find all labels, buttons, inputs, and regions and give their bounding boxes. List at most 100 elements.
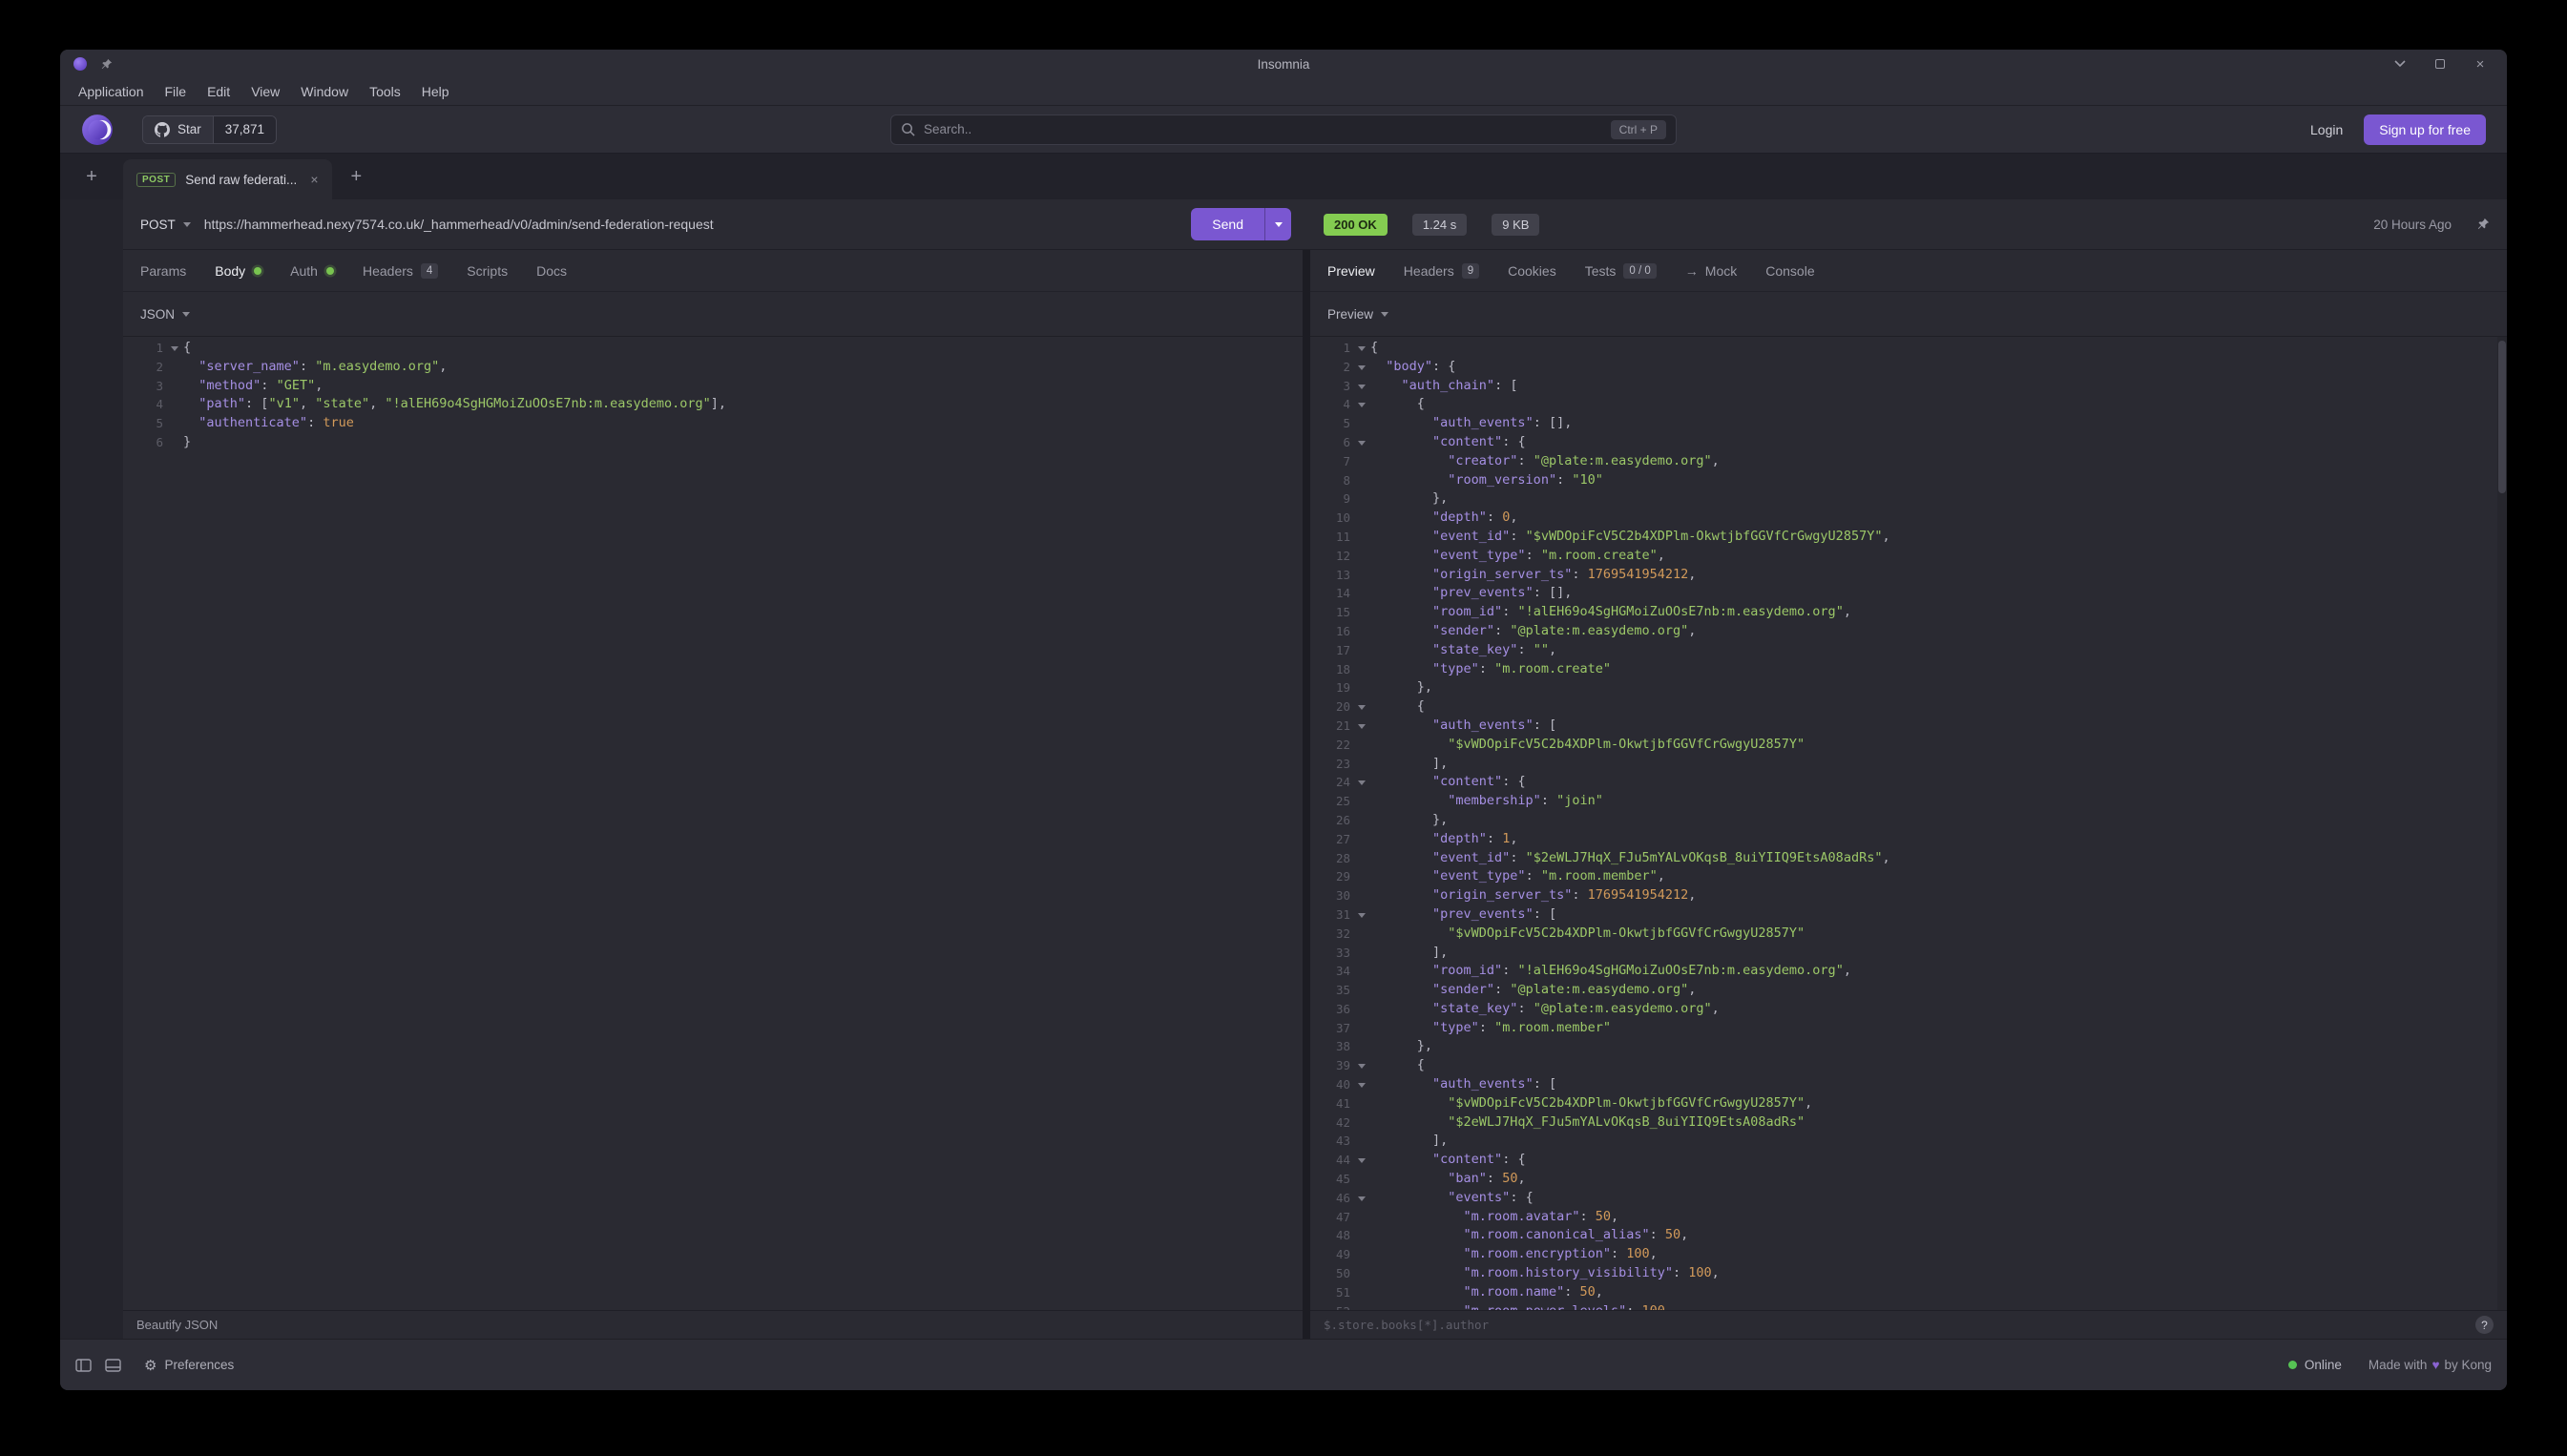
method-dropdown[interactable]: POST [136,218,195,232]
fold-toggle-icon[interactable] [1354,433,1370,452]
line-number: 43 [1310,1132,1354,1151]
response-filter-input[interactable] [1324,1318,2464,1332]
minimize-icon[interactable] [2392,56,2408,72]
menu-application[interactable]: Application [68,78,155,106]
tab-tests[interactable]: Tests0 / 0 [1585,263,1657,279]
github-star-count[interactable]: 37,871 [213,116,276,143]
fold-spacer [1354,509,1370,528]
preferences-label: Preferences [164,1358,234,1372]
fold-toggle-icon[interactable] [167,339,183,358]
scrollbar-thumb[interactable] [2498,341,2506,493]
fold-spacer [1354,528,1370,547]
tab-docs[interactable]: Docs [536,263,567,279]
fold-toggle-icon[interactable] [1354,339,1370,358]
toggle-layout-icon[interactable] [105,1359,121,1372]
panel-resize-handle[interactable] [1303,250,1310,1339]
line-number: 16 [1310,622,1354,641]
fold-toggle-icon[interactable] [1354,1151,1370,1170]
new-tab-button[interactable]: + [344,163,370,190]
menu-tools[interactable]: Tools [359,78,411,106]
request-body-editor[interactable]: 1{2 "server_name": "m.easydemo.org",3 "m… [123,337,1303,1310]
help-icon[interactable]: ? [2475,1316,2494,1334]
fold-spacer [1354,1000,1370,1019]
line-number: 31 [1310,905,1354,925]
tab-cookies[interactable]: Cookies [1508,263,1556,279]
menu-window[interactable]: Window [290,78,359,106]
code-text: "depth": 0, [1370,509,2507,528]
fold-toggle-icon[interactable] [1354,1189,1370,1208]
send-button[interactable]: Send [1191,208,1264,240]
code-line: 14 "prev_events": [], [1310,584,2507,603]
tab-params[interactable]: Params [140,263,186,279]
toggle-sidebar-icon[interactable] [75,1359,92,1372]
fold-toggle-icon[interactable] [1354,717,1370,736]
request-tab[interactable]: POST Send raw federati... × [123,159,332,199]
fold-spacer [1354,489,1370,509]
preview-mode-dropdown[interactable]: Preview [1327,307,1388,322]
url-row: POST Send 200 OK 1.24 s 9 KB 20 Ho [123,199,2507,250]
fold-toggle-icon[interactable] [1354,395,1370,414]
url-input[interactable] [204,217,1180,232]
line-number: 47 [1310,1208,1354,1227]
fold-spacer [1354,1019,1370,1038]
tab-preview[interactable]: Preview [1327,263,1375,279]
fold-toggle-icon[interactable] [1354,377,1370,396]
fold-spacer [167,377,183,396]
send-options-button[interactable] [1264,208,1291,240]
tab-auth[interactable]: Auth [290,263,334,279]
code-text: "type": "m.room.member" [1370,1019,2507,1038]
preferences-button[interactable]: ⚙ Preferences [144,1357,234,1374]
chevron-down-icon [182,312,190,317]
insomnia-logo-icon[interactable] [81,114,114,146]
code-text: "room_version": "10" [1370,471,2507,490]
fold-toggle-icon[interactable] [1354,905,1370,925]
method-label: POST [140,218,176,232]
fold-toggle-icon[interactable] [1354,1075,1370,1094]
tab-scripts[interactable]: Scripts [467,263,508,279]
menu-file[interactable]: File [155,78,198,106]
tab-bar: POST Send raw federati... × + [123,154,2507,199]
github-star-button[interactable]: Star 37,871 [142,115,277,144]
menu-help[interactable]: Help [411,78,460,106]
line-number: 36 [1310,1000,1354,1019]
body-type-dropdown[interactable]: JSON [140,307,190,322]
tab-console[interactable]: Console [1765,263,1814,279]
tab-headers[interactable]: Headers4 [363,263,438,279]
login-button[interactable]: Login [2310,122,2343,137]
fold-toggle-icon[interactable] [1354,358,1370,377]
tab-body-label: Body [215,263,245,279]
tab-body[interactable]: Body [215,263,261,279]
scrollbar-track[interactable] [2497,337,2507,1310]
menu-edit[interactable]: Edit [197,78,240,106]
online-status[interactable]: Online [2288,1358,2342,1372]
search-bar[interactable]: Ctrl + P [890,114,1677,145]
tab-mock[interactable]: →Mock [1685,263,1737,279]
titlebar[interactable]: Insomnia × [60,50,2507,78]
fold-spacer [1354,1037,1370,1056]
response-size-badge: 9 KB [1492,214,1539,236]
tab-response-headers-label: Headers [1404,263,1454,279]
maximize-icon[interactable] [2432,56,2448,72]
menu-view[interactable]: View [240,78,290,106]
beautify-json-button[interactable]: Beautify JSON [136,1318,218,1332]
code-text: ], [1370,1132,2507,1151]
signup-button[interactable]: Sign up for free [2364,114,2486,145]
close-icon[interactable]: × [2473,56,2488,72]
pin-response-icon[interactable] [2476,218,2490,231]
fold-toggle-icon[interactable] [1354,697,1370,717]
fold-spacer [1354,792,1370,811]
code-text: "content": { [1370,433,2507,452]
tab-response-headers[interactable]: Headers9 [1404,263,1479,279]
search-input[interactable] [924,122,1611,136]
fold-toggle-icon[interactable] [1354,1056,1370,1075]
code-line: 26 }, [1310,811,2507,830]
fold-toggle-icon[interactable] [1354,773,1370,792]
code-text: { [183,339,1303,358]
new-request-button[interactable]: + [78,163,105,190]
made-by-kong[interactable]: Made with ♥ by Kong [2369,1358,2492,1372]
code-text: "creator": "@plate:m.easydemo.org", [1370,452,2507,471]
code-text: }, [1370,489,2507,509]
response-age[interactable]: 20 Hours Ago [2373,218,2452,232]
response-body-viewer[interactable]: 1{2 "body": {3 "auth_chain": [4 {5 "auth… [1310,337,2507,1310]
tab-close-icon[interactable]: × [310,172,318,187]
